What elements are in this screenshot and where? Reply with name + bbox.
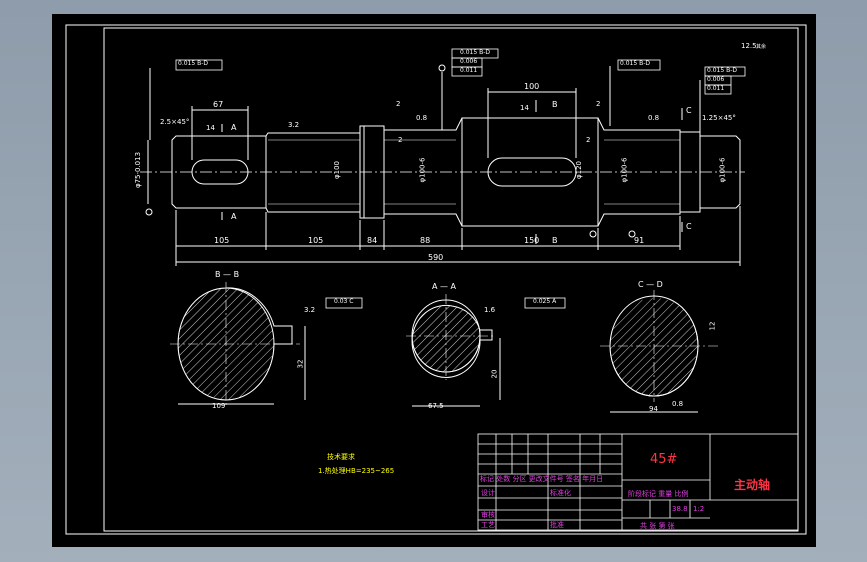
- tb-stage-label: 阶段标记 重量 比例: [628, 490, 689, 498]
- marker-b-bottom: B: [552, 236, 558, 245]
- label-section-bb: B — B: [215, 270, 240, 279]
- dim-67: 67: [213, 100, 224, 109]
- rough-08c: 0.8: [672, 400, 684, 408]
- dim-150: 150: [524, 236, 540, 245]
- key-cc: 12: [708, 321, 717, 331]
- tech-requirement: 1.热处理HB=235~265: [318, 467, 395, 475]
- width-aa: 67.5: [428, 402, 444, 410]
- tol-2b: 0.006: [460, 58, 478, 65]
- rough-16: 1.6: [484, 306, 496, 314]
- chamfer-right: 1.25×45°: [702, 114, 736, 122]
- dim-2c: 2: [596, 100, 601, 108]
- tol-sym-aa: 0.025 A: [533, 298, 557, 305]
- marker-b-top: B: [552, 100, 558, 109]
- tb-sheets: 共 张 第 张: [640, 522, 675, 530]
- dia-4: φ120: [574, 161, 583, 179]
- key-bb: 32: [296, 359, 305, 369]
- dim-100: 100: [524, 82, 540, 91]
- label-section-aa: A — A: [432, 282, 457, 291]
- tb-revision-row: 标记 处数 分区 更改文件号 签名 年月日: [480, 475, 604, 483]
- tol-sym-bb: 0.03 C: [334, 298, 354, 305]
- dim-105a: 105: [214, 236, 230, 245]
- dim-91: 91: [634, 236, 645, 245]
- tb-designer: 设计: [481, 489, 495, 497]
- key-aa: 20: [490, 369, 499, 379]
- tol-3: 0.015 B-D: [620, 60, 650, 67]
- tol-2a: 0.015 B-D: [460, 49, 490, 56]
- tb-standardize: 标准化: [550, 489, 571, 497]
- dia-5: φ100-6: [620, 157, 629, 183]
- shaft-main-view: [140, 64, 745, 266]
- tb-scale: 1:2: [693, 505, 705, 513]
- tb-approve: 批准: [550, 521, 564, 529]
- marker-c-bottom: C: [686, 222, 692, 231]
- dia-2: φ100: [332, 161, 341, 179]
- part-name: 主动轴: [734, 478, 771, 492]
- outer-frame: [65, 24, 807, 535]
- marker-c-top: C: [686, 106, 692, 115]
- rough-32a: 3.2: [288, 121, 300, 129]
- rough-08a: 0.8: [416, 114, 428, 122]
- section-cc: [600, 290, 720, 413]
- tol-4c: 0.011: [707, 85, 725, 92]
- dim-2b: 2: [398, 136, 403, 144]
- marker-a-bottom: A: [231, 212, 237, 221]
- tech-title: 技术要求: [327, 453, 355, 461]
- tolerance-frames: [175, 48, 746, 309]
- rough-32b: 3.2: [304, 306, 316, 314]
- tol-2c: 0.011: [460, 67, 478, 74]
- dim-14b: 14: [520, 104, 529, 112]
- dim-88: 88: [420, 236, 431, 245]
- inner-frame: [103, 27, 799, 532]
- tb-process: 工艺: [481, 521, 495, 529]
- dim-2a: 2: [396, 100, 401, 108]
- tol-1: 0.015 B-D: [178, 60, 208, 67]
- dia-6: φ100-6: [718, 157, 727, 183]
- section-bb: [170, 282, 306, 406]
- rough-corner-label: 其余: [756, 44, 767, 50]
- width-cc: 94: [649, 405, 658, 413]
- marker-a-top: A: [231, 123, 237, 132]
- tol-4a: 0.015 B-D: [707, 67, 737, 74]
- label-section-cc: C — D: [638, 280, 663, 289]
- rough-corner-value: 12.5: [741, 42, 757, 50]
- dim-2d: 2: [586, 136, 591, 144]
- rough-08b: 0.8: [648, 114, 660, 122]
- dia-3: φ100-6: [418, 157, 427, 183]
- tb-weight: 38.8: [672, 505, 688, 513]
- dia-left: φ75-0.013: [134, 151, 143, 189]
- dim-590: 590: [428, 253, 444, 262]
- dim-14a: 14: [206, 124, 215, 132]
- tol-4b: 0.006: [707, 76, 725, 83]
- chamfer-left: 2.5×45°: [160, 118, 190, 126]
- dim-84: 84: [367, 236, 378, 245]
- width-bb: 109: [212, 402, 226, 410]
- material: 45#: [650, 452, 678, 467]
- dim-105b: 105: [308, 236, 324, 245]
- tb-review: 审核: [481, 511, 495, 519]
